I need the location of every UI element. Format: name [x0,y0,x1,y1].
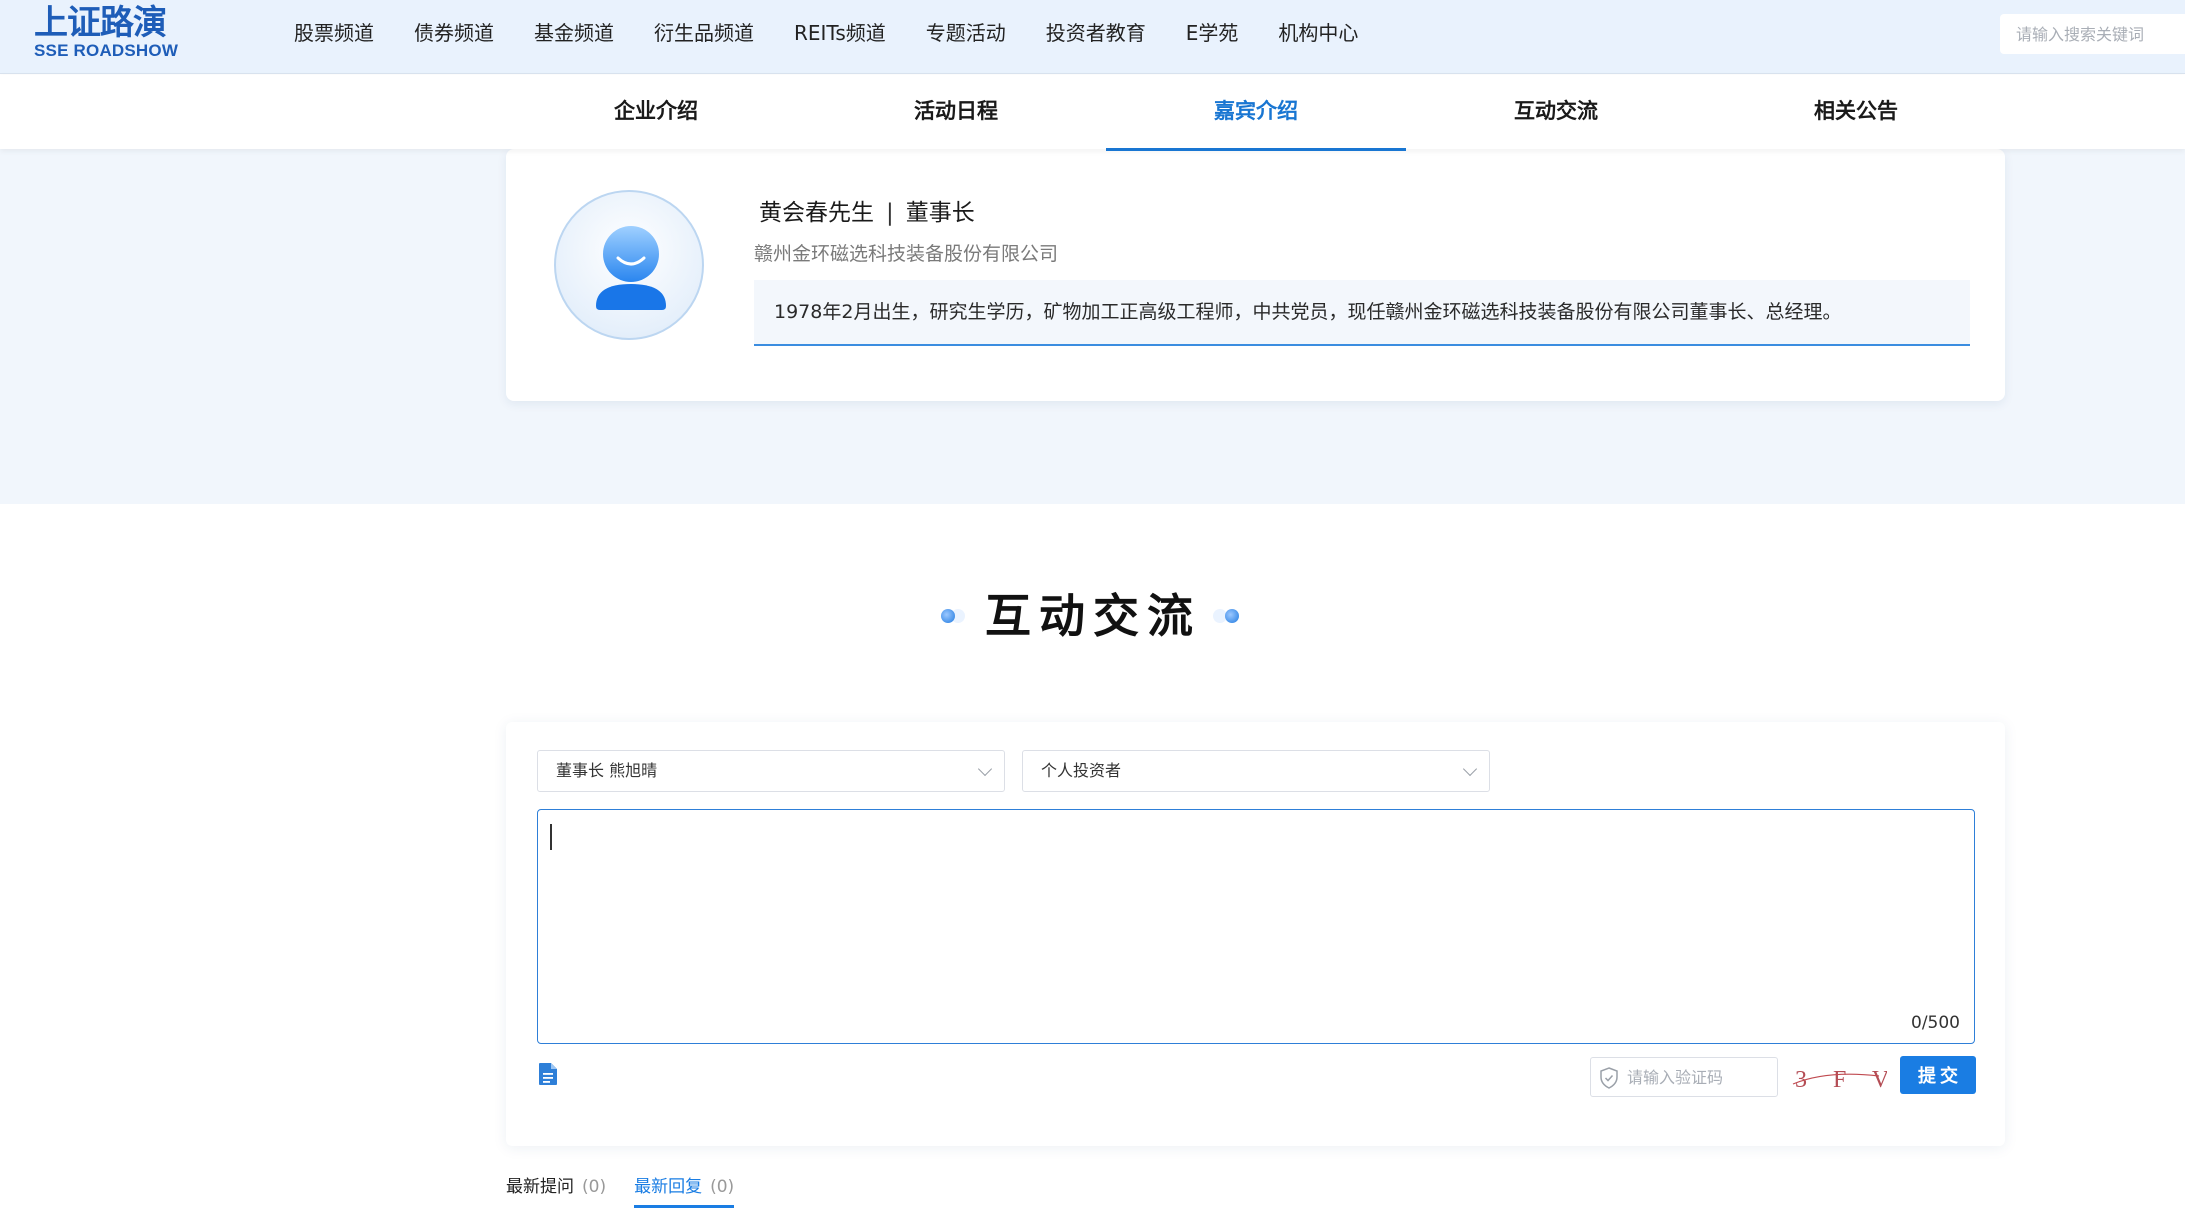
tab-latest-questions[interactable]: 最新提问 (0) [506,1172,606,1208]
nav-item-reits[interactable]: REITs频道 [794,0,886,66]
nav-item-stock[interactable]: 股票频道 [294,0,374,66]
tab-company-intro[interactable]: 企业介绍 [506,75,806,149]
tab-interaction[interactable]: 互动交流 [1406,75,1706,149]
char-counter: 0/500 [1911,1013,1960,1033]
identity-select[interactable]: 个人投资者 [1022,750,1490,792]
avatar [554,190,704,340]
main-nav: 股票频道 债券频道 基金频道 衍生品频道 REITs频道 专题活动 投资者教育 … [294,0,1398,66]
guest-name: 黄会春先生 [759,200,874,226]
nav-item-institution-center[interactable]: 机构中心 [1278,0,1358,66]
decorative-dot-icon [937,605,965,627]
tab-label: 最新提问 [506,1177,574,1197]
logo-chinese-text: 上证路演 [34,3,167,43]
tab-label: 最新回复 [634,1177,703,1197]
captcha-input[interactable] [1627,1059,1775,1095]
chevron-down-icon [1462,761,1478,777]
guest-bio: 1978年2月出生，研究生学历，矿物加工正高级工程师，中共党员，现任赣州金环磁选… [754,280,1970,346]
decorative-dot-icon [1213,605,1243,627]
shield-icon [1600,1067,1618,1089]
tab-guest-intro[interactable]: 嘉宾介绍 [1106,75,1406,151]
captcha-text: 3 F V [1795,1067,1887,1093]
guest-title: 董事长 [905,200,975,226]
logo-english-text: SSE ROADSHOW [34,41,179,60]
nav-item-investor-education[interactable]: 投资者教育 [1046,0,1146,66]
sse-roadshow-logo[interactable]: 上证路演 SSE ROADSHOW [34,4,194,64]
guest-section: 黄会春先生 | 董事长 赣州金环磁选科技装备股份有限公司 1978年2月出生，研究生… [0,149,2185,504]
qa-tabs: 最新提问 (0) 最新回复 (0) [506,1172,762,1208]
text-caret [550,824,552,850]
user-avatar-icon [596,226,666,310]
captcha-field[interactable] [1590,1057,1778,1097]
document-icon[interactable] [538,1062,558,1086]
nav-item-bond[interactable]: 债券频道 [414,0,494,66]
tab-schedule[interactable]: 活动日程 [806,75,1106,149]
section-title-row: 互动交流 [937,584,1243,648]
nav-item-special-events[interactable]: 专题活动 [926,0,1006,66]
top-header: 上证路演 SSE ROADSHOW 股票频道 债券频道 基金频道 衍生品频道 R… [0,0,2185,74]
guest-company: 赣州金环磁选科技装备股份有限公司 [754,243,1059,265]
guest-name-line: 黄会春先生 | 董事长 [759,193,975,227]
nav-item-fund[interactable]: 基金频道 [534,0,614,66]
identity-select-value: 个人投资者 [1041,761,1122,780]
question-form: 董事长 熊旭晴 个人投资者 0/500 3 F V 提交 [506,722,2005,1146]
tab-count: (0) [710,1177,735,1197]
search-input[interactable] [2000,14,2185,54]
guest-select-value: 董事长 熊旭晴 [556,761,658,780]
nav-item-e-academy[interactable]: E学苑 [1186,0,1239,66]
guest-select[interactable]: 董事长 熊旭晴 [537,750,1005,792]
tab-count: (0) [582,1177,607,1197]
tab-announcements[interactable]: 相关公告 [1706,75,2006,149]
nav-item-derivatives[interactable]: 衍生品频道 [654,0,754,66]
captcha-image[interactable]: 3 F V [1787,1058,1887,1098]
guest-card: 黄会春先生 | 董事长 赣州金环磁选科技装备股份有限公司 1978年2月出生，研究生… [506,149,2005,401]
roadshow-subnav: 企业介绍 活动日程 嘉宾介绍 互动交流 相关公告 [0,75,2185,151]
question-textarea[interactable]: 0/500 [537,809,1975,1044]
name-title-separator: | [886,200,894,226]
chevron-down-icon [977,761,993,777]
tab-latest-replies[interactable]: 最新回复 (0) [634,1172,735,1208]
submit-button[interactable]: 提交 [1900,1056,1976,1094]
section-title: 互动交流 [985,589,1201,643]
